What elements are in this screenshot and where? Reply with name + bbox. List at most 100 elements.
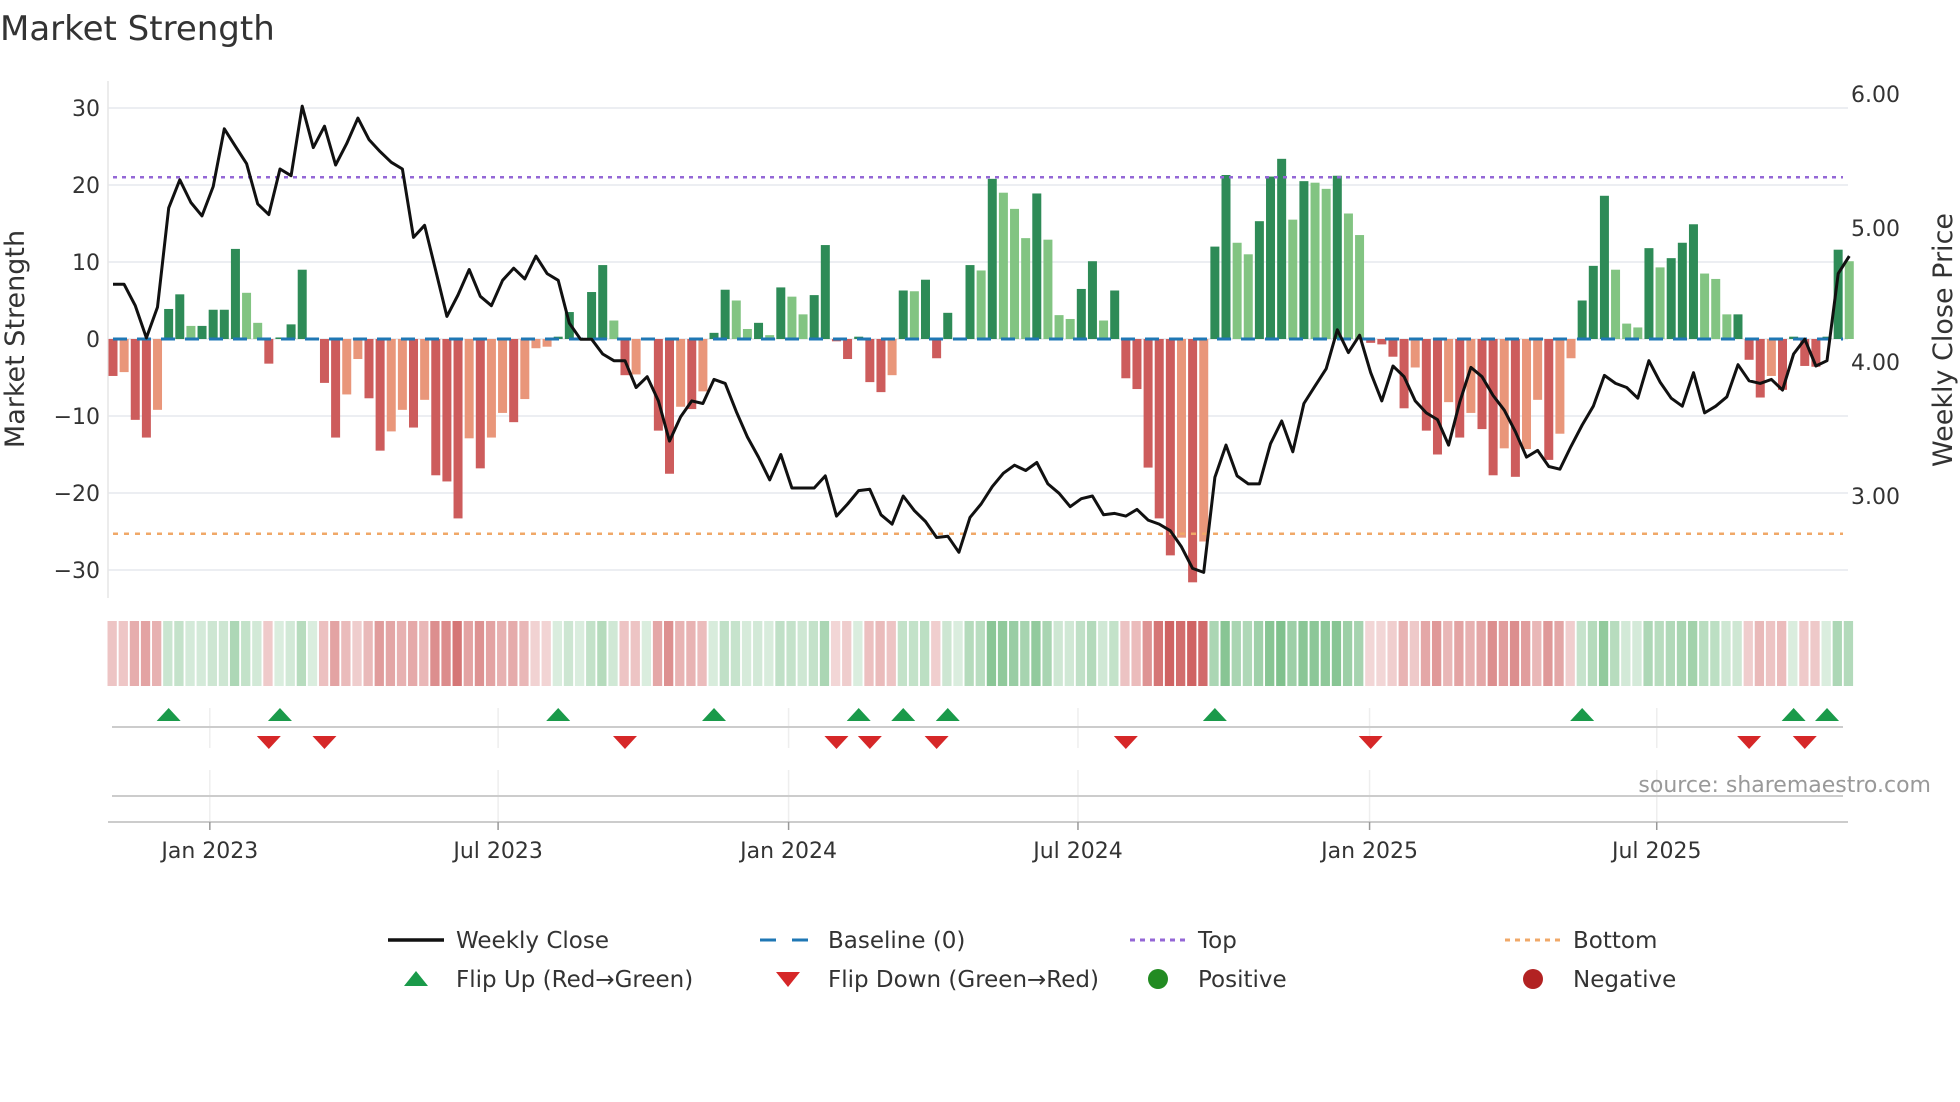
strength-bar — [1243, 254, 1253, 339]
flip-up-marker — [1815, 708, 1840, 721]
strip-cell — [1398, 621, 1408, 686]
strip-cell — [385, 621, 396, 686]
strength-bar — [809, 295, 819, 339]
strength-bar — [1154, 339, 1164, 519]
strength-bar — [965, 265, 975, 339]
legend-label: Negative — [1573, 967, 1676, 993]
strip-cell — [1342, 621, 1353, 686]
strip-cell — [931, 621, 941, 686]
strength-bar — [119, 339, 129, 373]
strip-cell — [229, 621, 240, 686]
strip-cell — [207, 621, 217, 686]
y2-tick-label: 3.00 — [1851, 485, 1900, 510]
strip-cell — [1676, 621, 1687, 686]
strength-bar — [253, 322, 263, 339]
strip-cell — [719, 621, 729, 686]
strip-cell — [1465, 621, 1475, 686]
strip-cell — [641, 621, 652, 686]
strength-bar — [598, 265, 608, 339]
strength-bar — [164, 308, 174, 339]
strength-bar — [1221, 174, 1231, 339]
legend-item: Weekly Close — [388, 928, 609, 954]
strength-bar — [1599, 195, 1609, 339]
strength-bar — [1121, 339, 1131, 379]
legend-item: Negative — [1523, 967, 1676, 993]
strength-bar — [1488, 339, 1498, 476]
strip-cell — [608, 621, 618, 686]
strength-bar — [1555, 339, 1565, 434]
strip-cell — [1020, 621, 1030, 686]
strength-bar — [1755, 339, 1765, 398]
strip-cell — [1777, 621, 1787, 686]
strength-bar — [364, 339, 374, 399]
strip-cell — [975, 621, 985, 686]
strength-bar — [342, 339, 352, 395]
strength-bar — [731, 300, 741, 339]
strip-cell — [908, 621, 919, 686]
strip-cell — [808, 621, 818, 686]
strip-cell — [897, 621, 908, 686]
strength-bar — [1432, 339, 1442, 455]
flip-down-marker — [612, 736, 637, 749]
strip-cell — [842, 621, 852, 686]
strip-cell — [830, 621, 841, 686]
strip-cell — [474, 621, 485, 686]
strength-bar — [1043, 239, 1053, 339]
strip-cell — [452, 621, 462, 686]
strength-bar — [665, 339, 674, 474]
strip-cell — [1086, 621, 1097, 686]
strength-bar — [1321, 188, 1331, 339]
flip-up-marker — [1202, 708, 1227, 721]
strength-bar — [987, 178, 997, 339]
strip-cell — [1632, 621, 1642, 686]
strip-cell — [430, 621, 440, 686]
flip-up-marker — [702, 708, 727, 721]
flip-up-marker — [891, 708, 916, 721]
strip-cell — [919, 621, 930, 686]
strength-bar — [754, 322, 764, 339]
strength-bar — [1444, 339, 1454, 403]
strength-bar — [820, 245, 830, 339]
strip-cell — [786, 621, 796, 686]
strip-cell — [252, 621, 262, 686]
strip-cell — [1220, 621, 1230, 686]
strength-bar — [1666, 258, 1676, 339]
strip-cell — [1198, 621, 1208, 686]
strip-cell — [530, 621, 540, 686]
legend-label: Baseline (0) — [828, 928, 965, 954]
strength-bar — [898, 290, 908, 339]
strip-cell — [675, 621, 685, 686]
legend-item: Bottom — [1505, 928, 1657, 954]
strength-bar — [1766, 339, 1776, 376]
strip-cell — [419, 621, 429, 686]
strip-cell — [1276, 621, 1286, 686]
strip-cell — [953, 621, 963, 686]
strip-cell — [1799, 621, 1809, 686]
strength-bar — [230, 248, 240, 339]
strip-cell — [1788, 621, 1798, 686]
strip-cell — [1309, 621, 1319, 686]
flip-down-marker — [312, 736, 337, 749]
strip-cell — [1732, 621, 1742, 686]
strip-cell — [697, 621, 707, 686]
strip-cell — [986, 621, 997, 686]
strength-bar — [475, 339, 485, 469]
strength-bar — [319, 339, 329, 383]
strength-bar — [1288, 219, 1298, 339]
strength-bar — [1021, 238, 1031, 339]
strip-cell — [1075, 621, 1086, 686]
strip-cell — [396, 621, 407, 686]
strength-bar — [587, 292, 597, 339]
strip-cell — [1821, 621, 1831, 686]
strip-cell — [274, 621, 284, 686]
flip-down-marker — [1358, 736, 1383, 749]
strength-bar — [1199, 339, 1209, 542]
strength-bar — [1566, 339, 1576, 359]
strength-bar — [631, 339, 641, 375]
strength-bar — [1677, 242, 1687, 339]
strip-cell — [864, 621, 874, 686]
strip-cell — [1543, 621, 1553, 686]
strip-cell — [1521, 621, 1531, 686]
strength-bar — [130, 339, 140, 420]
flip-up-marker — [1570, 708, 1595, 721]
